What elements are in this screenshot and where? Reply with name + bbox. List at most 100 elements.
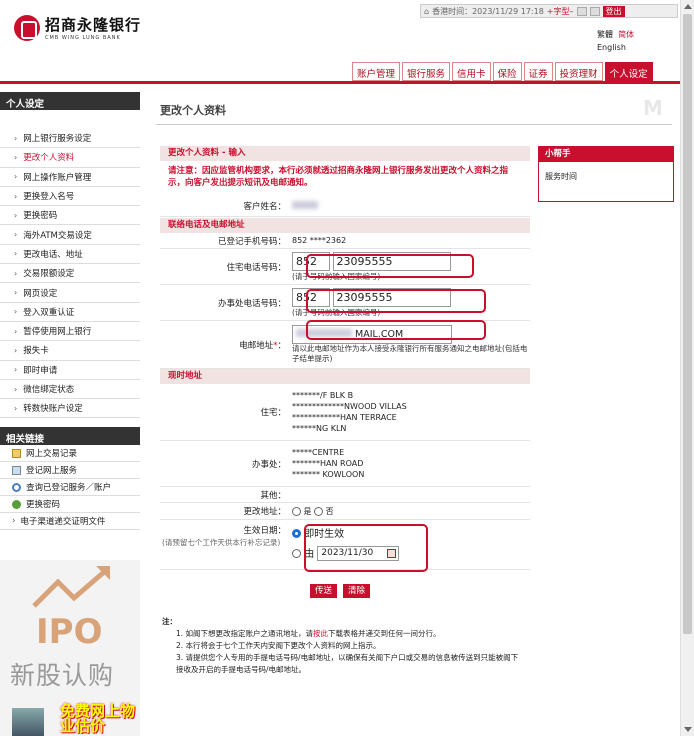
sidebar-item-lost-card[interactable]: › 报失卡 <box>0 341 140 361</box>
top-bar: 招商永隆银行 CMB WING LUNG BANK ⌂ 香港时间：2023/11… <box>0 0 680 88</box>
ipo-promo-banner[interactable]: IPO 新股认购 免费网上物业估价 <box>0 560 140 736</box>
sidebar-item-change-password[interactable]: › 更换密码 <box>0 206 140 226</box>
chevron-right-icon: › <box>14 172 18 182</box>
chevron-right-icon: › <box>14 152 18 162</box>
link-register-service[interactable]: 登记网上服务 <box>0 462 140 480</box>
chevron-right-icon: › <box>14 326 18 336</box>
logout-button[interactable]: 登出 <box>602 5 625 17</box>
highlight-home-phone <box>306 254 474 278</box>
link-query-service[interactable]: 查询已登记服务／账户 <box>0 479 140 497</box>
chevron-right-icon: › <box>14 191 18 201</box>
sidebar-item-suspend[interactable]: › 暂停使用网上银行 <box>0 322 140 342</box>
tab-insurance[interactable]: 保险 <box>492 62 522 81</box>
chevron-right-icon: › <box>14 288 18 298</box>
sidebar-section-links: 相关链接 <box>0 427 140 446</box>
immediate-effect-radio[interactable] <box>292 529 301 538</box>
highlight-effective-date <box>304 524 428 572</box>
other-label: 其他： <box>260 490 286 501</box>
chevron-right-icon: › <box>14 384 18 394</box>
tab-personal-settings[interactable]: 个人设定 <box>604 62 653 81</box>
chevron-right-icon: › <box>14 268 18 278</box>
section-address: 现时地址 <box>160 369 530 384</box>
sidebar-item-2fa[interactable]: › 登入双重认证 <box>0 303 140 322</box>
office-line: ******* KOWLOON <box>292 470 365 479</box>
sidebar-item-webpage[interactable]: › 网页设定 <box>0 283 140 303</box>
bank-logo[interactable]: 招商永隆银行 CMB WING LUNG BANK <box>14 14 141 41</box>
chevron-right-icon: › <box>14 307 18 317</box>
tab-investment[interactable]: 投资理财 <box>554 62 603 81</box>
main-nav: 账户管理 银行服务 信用卡 保险 证券 投资理财 个人设定 <box>352 62 653 81</box>
sidebar-item-atm[interactable]: › 海外ATM交易设定 <box>0 225 140 245</box>
sidebar-section-personal: 个人设定 <box>0 92 140 110</box>
lang-simp[interactable]: 简体 <box>618 30 634 39</box>
registered-mobile-label: 已登记手机号码： <box>217 236 286 247</box>
office-phone-label: 办事处电话号码： <box>217 298 286 309</box>
residential-line: ************HAN TERRACE <box>292 413 397 422</box>
notes-title: 注： <box>162 617 177 626</box>
sidebar-item-wechat[interactable]: › 微信绑定状态 <box>0 380 140 400</box>
building-icon <box>12 708 44 736</box>
page-title: 更改个人资料 <box>160 104 226 117</box>
helper-service-hours-link[interactable]: 服务时间 <box>539 162 673 191</box>
residential-line: ******NG KLN <box>292 424 347 433</box>
helper-panel: 小帮手 服务时间 <box>538 146 674 202</box>
print-icon[interactable] <box>589 6 600 16</box>
customer-name-label: 客户姓名： <box>243 201 286 212</box>
page-scrollbar[interactable] <box>680 0 694 736</box>
clear-button[interactable]: 清除 <box>343 584 371 598</box>
sidebar-item-fps[interactable]: › 转数快账户设定 <box>0 399 140 419</box>
header-divider <box>0 81 680 84</box>
lang-trad[interactable]: 繁體 <box>597 30 613 39</box>
registered-mobile-row: 已登记手机号码： 852 ****2362 <box>160 233 530 249</box>
highlight-email <box>306 320 486 340</box>
property-valuation-promo: 免费网上物业估价 <box>60 702 136 735</box>
change-address-no-radio[interactable] <box>314 506 324 516</box>
link-change-password[interactable]: 更换密码 <box>0 496 140 514</box>
note-2: 2. 本行将会于七个工作天内安阁下更改个人资料的网上指示。 <box>176 641 381 650</box>
residential-address-row: 住宅： *******/F BLK B *************NWOOD V… <box>160 384 530 441</box>
people-icon <box>12 499 21 509</box>
watermark-m-icon: M <box>643 96 663 120</box>
from-date-radio[interactable] <box>292 549 301 558</box>
note-3: 3. 请提供您个人专用的手提电话号码/电邮地址，以确保有关阁下户口或交易的信息被… <box>176 653 519 674</box>
tab-account-management[interactable]: 账户管理 <box>352 62 401 81</box>
email-hint: 请以此电邮地址作为本人接受永隆银行所有服务通知之电邮地址(包括电子结单提示) <box>292 344 528 363</box>
download-link[interactable]: 按此 <box>313 629 328 638</box>
home-icon[interactable]: ⌂ <box>424 7 429 16</box>
chevron-right-icon: › <box>14 403 18 413</box>
sidebar-item-limit[interactable]: › 交易限额设定 <box>0 264 140 284</box>
chevron-right-icon: › <box>12 516 16 527</box>
office-line: *****CENTRE <box>292 448 345 457</box>
sidebar-item-phone-address[interactable]: › 更改电话、地址 <box>0 245 140 265</box>
font-size-toggle[interactable]: +字型– <box>547 6 574 17</box>
sidebar-item-online-service[interactable]: › 网上银行服务设定 <box>0 129 140 149</box>
window-icon[interactable] <box>576 6 587 16</box>
sidebar-item-change-login[interactable]: › 更换登入名号 <box>0 187 140 207</box>
tab-securities[interactable]: 证券 <box>523 62 553 81</box>
tab-bank-services[interactable]: 银行服务 <box>402 62 451 81</box>
trend-arrow-icon <box>32 566 110 608</box>
residential-line: *******/F BLK B <box>292 391 354 400</box>
lang-en[interactable]: English <box>597 43 626 52</box>
sidebar-item-change-profile[interactable]: › 更改个人资料 <box>0 148 140 168</box>
form-notes: 注： 1. 如阁下想更改指定账户之通讯地址，请按此下载表格并递交到任何一间分行。… <box>162 616 522 676</box>
logo-en: CMB WING LUNG BANK <box>45 35 121 41</box>
scroll-up-icon[interactable] <box>684 4 692 9</box>
submit-button[interactable]: 传送 <box>310 584 338 598</box>
profile-form: 更改个人资料 - 输入 请注意：因应监管机构要求，本行必须就透过招商永隆网上银行… <box>160 146 530 570</box>
link-transaction-record[interactable]: 网上交易记录 <box>0 445 140 463</box>
registered-mobile-value: 852 ****2362 <box>292 236 347 245</box>
tab-credit-card[interactable]: 信用卡 <box>452 62 491 81</box>
residential-line: *************NWOOD VILLAS <box>292 402 407 411</box>
scroll-thumb[interactable] <box>683 14 692 634</box>
sidebar-item-account-manage[interactable]: › 网上操作账户管理 <box>0 168 140 187</box>
change-address-yes-radio[interactable] <box>292 506 301 516</box>
email-label: 电邮地址*： <box>239 340 286 351</box>
document-icon <box>12 448 21 458</box>
ipo-cn-label: 新股认购 <box>10 661 115 690</box>
link-submit-proof[interactable]: › 电子渠道递交证明文件 <box>0 513 140 531</box>
highlight-office-phone <box>306 289 486 313</box>
sidebar-item-apply[interactable]: › 即时申请 <box>0 361 140 380</box>
scroll-down-icon[interactable] <box>684 727 692 732</box>
residential-label: 住宅： <box>260 408 286 418</box>
